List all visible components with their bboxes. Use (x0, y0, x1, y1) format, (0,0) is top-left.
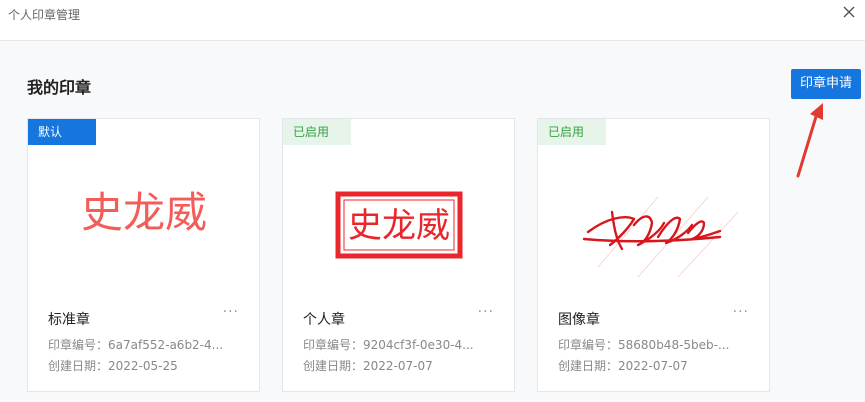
seal-name: 标准章 (48, 312, 90, 328)
seal-card[interactable]: 默认 史龙威 标准章 ··· 印章编号：6a7af552-a6b2-4... 创… (27, 118, 260, 392)
seal-card[interactable]: 已启用 史龙威 个人章 ··· 印章编号：9204cf3f-0e30-4... … (282, 118, 515, 392)
more-icon[interactable]: ··· (223, 304, 239, 320)
seal-card[interactable]: 已启用 图像章 ··· 印章编号：58680b48-5beb-... 创建日期：… (537, 118, 770, 392)
seal-date-row: 创建日期：2022-07-07 (558, 359, 688, 373)
seal-name: 图像章 (558, 312, 600, 328)
seal-text: 史龙威 (348, 206, 450, 246)
default-badge: 默认 (28, 119, 96, 145)
arrow-annotation (796, 103, 823, 178)
seal-date-row: 创建日期：2022-05-25 (48, 359, 178, 373)
seal-image: 史龙威 (81, 188, 207, 237)
seal-date-row: 创建日期：2022-07-07 (303, 359, 433, 373)
window-title: 个人印章管理 (8, 8, 81, 22)
window-titlebar: 个人印章管理 (0, 0, 865, 30)
signature-strokes (582, 210, 722, 251)
signature-image (582, 196, 739, 278)
seal-name: 个人章 (303, 312, 345, 328)
apply-seal-button[interactable]: 印章申请 (791, 69, 861, 99)
enabled-badge: 已启用 (283, 119, 351, 145)
more-icon[interactable]: ··· (733, 304, 749, 320)
seal-id-row: 印章编号：6a7af552-a6b2-4... (48, 338, 224, 352)
seal-image: 史龙威 (335, 191, 463, 259)
page-title: 我的印章 (27, 78, 92, 97)
header-divider (0, 40, 865, 41)
close-icon[interactable] (839, 2, 859, 22)
seal-text: 史龙威 (81, 188, 207, 237)
more-icon[interactable]: ··· (478, 304, 494, 320)
seal-id-row: 印章编号：9204cf3f-0e30-4... (303, 338, 474, 352)
seal-id-row: 印章编号：58680b48-5beb-... (558, 338, 730, 352)
enabled-badge: 已启用 (538, 119, 606, 145)
